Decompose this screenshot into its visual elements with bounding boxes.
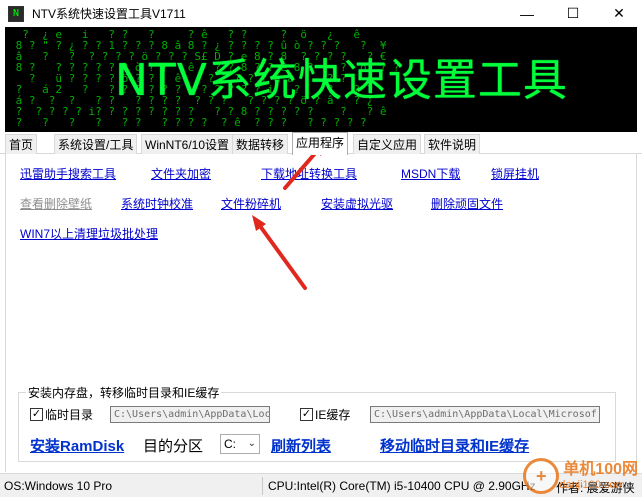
- tab-system-settings[interactable]: 系统设置/工具: [54, 134, 138, 154]
- link-download-converter[interactable]: 下载地址转换工具: [261, 165, 357, 182]
- link-folder-encrypt[interactable]: 文件夹加密: [151, 165, 211, 182]
- watermark-text-block: 单机100网 danji100.com: [559, 461, 638, 491]
- banner: ? ¿ e i ? ? ? ? ê ? ? ? ö ¿ ê 8 ? " ? ¿ …: [5, 27, 637, 132]
- minimize-button[interactable]: —: [504, 0, 550, 27]
- link-xunlei-search[interactable]: 迅雷助手搜索工具: [20, 165, 116, 182]
- tab-winnt-settings[interactable]: WinNT6/10设置: [141, 134, 234, 154]
- app-icon: N: [8, 5, 24, 22]
- link-msdn-download[interactable]: MSDN下载: [401, 165, 460, 182]
- watermark-sub: danji100.com: [559, 479, 625, 491]
- target-partition-label: 目的分区: [143, 438, 204, 455]
- link-virtual-drive[interactable]: 安装虚拟光驱: [321, 195, 393, 212]
- banner-title: NTV系统快速设置工具: [115, 55, 568, 106]
- check-icon: ✓: [31, 408, 42, 420]
- window-controls: — ☐ ✕: [504, 0, 642, 27]
- move-cache-link[interactable]: 移动临时目录和IE缓存: [380, 435, 529, 456]
- ie-checkbox-box[interactable]: ✓: [300, 408, 313, 421]
- target-partition-value: C:: [224, 437, 236, 451]
- close-button[interactable]: ✕: [596, 0, 642, 27]
- refresh-list-link[interactable]: 刷新列表: [271, 435, 331, 456]
- ie-checkbox[interactable]: ✓ IE缓存: [300, 406, 350, 423]
- tab-custom-apps[interactable]: 自定义应用: [353, 134, 422, 154]
- tab-home[interactable]: 首页: [5, 134, 38, 154]
- tab-applications[interactable]: 应用程序: [292, 132, 349, 155]
- watermark: + 单机100网 danji100.com: [523, 458, 638, 494]
- temp-path-field[interactable]: C:\Users\admin\AppData\Local: [110, 406, 270, 423]
- ramdisk-group-title: 安装内存盘，转移临时目录和IE缓存: [26, 384, 222, 401]
- chevron-down-icon: ⌄: [247, 438, 256, 449]
- watermark-logo-icon: +: [523, 458, 560, 494]
- maximize-button[interactable]: ☐: [550, 0, 596, 27]
- tab-bar: 首页 系统设置/工具 WinNT6/10设置 数据转移 应用程序 自定义应用 软…: [0, 132, 642, 155]
- link-view-wallpaper[interactable]: 查看删除壁纸: [20, 195, 92, 212]
- status-os: OS:Windows 10 Pro: [4, 479, 113, 493]
- install-ramdisk-link[interactable]: 安装RamDisk: [30, 435, 124, 456]
- tab-help[interactable]: 软件说明: [424, 134, 481, 154]
- temp-checkbox[interactable]: ✓ 临时目录: [30, 406, 93, 423]
- temp-checkbox-box[interactable]: ✓: [30, 408, 43, 421]
- target-partition-select[interactable]: C: ⌄: [220, 434, 260, 454]
- link-delete-stubborn[interactable]: 删除顽固文件: [431, 195, 503, 212]
- link-win7-cleanup[interactable]: WIN7以上清理垃圾批处理: [20, 225, 158, 242]
- link-file-shredder[interactable]: 文件粉碎机: [221, 195, 281, 212]
- link-clock-sync[interactable]: 系统时钟校准: [121, 195, 193, 212]
- window-title: NTV系统快速设置工具V1711: [32, 7, 186, 21]
- title-bar: N NTV系统快速设置工具V1711 — ☐ ✕: [0, 0, 642, 27]
- watermark-text: 单机100网: [563, 461, 638, 478]
- ie-checkbox-label: IE缓存: [315, 408, 351, 422]
- status-separator: [262, 477, 263, 495]
- tab-data-transfer[interactable]: 数据转移: [232, 134, 289, 154]
- check-icon: ✓: [301, 408, 312, 420]
- ie-path-field[interactable]: C:\Users\admin\AppData\Local\Microsof: [370, 406, 600, 423]
- status-cpu: CPU:Intel(R) Core(TM) i5-10400 CPU @ 2.9…: [268, 479, 536, 493]
- temp-checkbox-label: 临时目录: [45, 408, 94, 422]
- link-lock-screen[interactable]: 锁屏挂机: [491, 165, 539, 182]
